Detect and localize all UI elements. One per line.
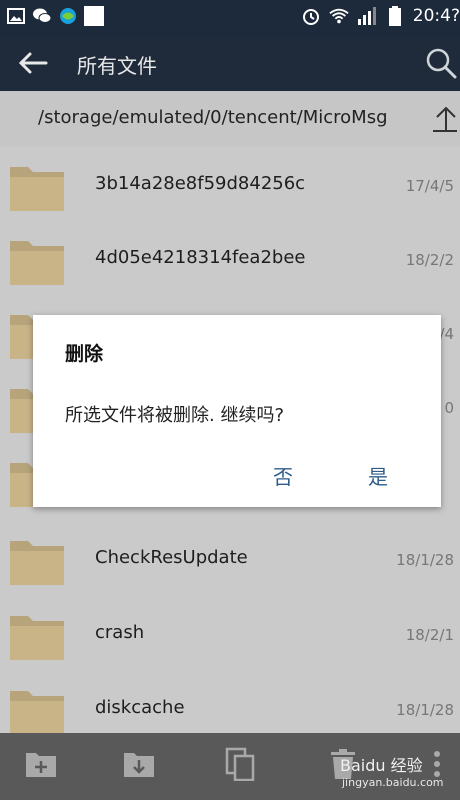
search-icon[interactable] (424, 46, 458, 80)
folder-icon (8, 533, 66, 589)
copy-icon[interactable] (224, 747, 258, 782)
status-time: 20:4? (412, 6, 460, 26)
new-folder-icon[interactable] (24, 747, 58, 781)
file-name: diskcache (95, 697, 185, 718)
file-name: crash (95, 622, 145, 643)
parent-folder-icon[interactable] (430, 103, 460, 135)
wifi-icon (329, 6, 349, 26)
file-name: CheckResUpdate (95, 547, 248, 568)
file-date: 17/4/5 (405, 177, 454, 195)
file-date: 18/2/1 (405, 626, 454, 644)
alarm-icon (301, 6, 321, 26)
china-mobile-icon (58, 6, 78, 26)
move-to-folder-icon[interactable] (122, 747, 156, 781)
file-date: 0 (444, 399, 454, 417)
confirm-button[interactable]: 是 (368, 461, 388, 490)
list-item[interactable]: diskcache 18/1/28 (0, 671, 460, 733)
battery-icon (385, 6, 405, 26)
folder-icon (8, 159, 66, 215)
app-bar: 所有文件 (0, 36, 460, 91)
list-item[interactable]: CheckResUpdate 18/1/28 (0, 521, 460, 595)
gallery-icon (6, 6, 26, 26)
page-title: 所有文件 (77, 54, 157, 78)
file-name: 3b14a28e8f59d84256c (95, 173, 306, 194)
blank-app-icon (84, 6, 104, 26)
file-date: /4 (439, 325, 454, 343)
file-date: 18/1/28 (396, 701, 454, 719)
baidu-watermark-url: jingyan.baidu.com (342, 776, 444, 789)
file-date: 18/2/2 (405, 251, 454, 269)
list-item[interactable]: 3b14a28e8f59d84256c 17/4/5 (0, 147, 460, 221)
back-arrow-icon[interactable] (16, 48, 52, 78)
baidu-watermark: Baidu 经验 (340, 756, 423, 775)
path-bar: /storage/emulated/0/tencent/MicroMsg (0, 91, 460, 147)
list-item[interactable]: 4d05e4218314fea2bee 18/2/2 (0, 221, 460, 295)
list-item[interactable]: crash 18/2/1 (0, 596, 460, 670)
dialog-title: 删除 (65, 343, 104, 365)
file-name: 4d05e4218314fea2bee (95, 247, 306, 268)
status-bar-notifications (6, 6, 104, 26)
folder-icon (8, 683, 66, 733)
delete-confirm-dialog: 删除 所选文件将被删除. 继续吗? 否 是 (33, 315, 441, 507)
dialog-message: 所选文件将被删除. 继续吗? (65, 405, 284, 426)
folder-icon (8, 608, 66, 664)
current-path: /storage/emulated/0/tencent/MicroMsg (38, 107, 388, 128)
status-bar-system: 20:4? (301, 6, 460, 26)
signal-icon (357, 6, 377, 26)
file-date: 18/1/28 (396, 551, 454, 569)
cancel-button[interactable]: 否 (273, 461, 293, 490)
folder-icon (8, 233, 66, 289)
status-bar: 20:4? (0, 0, 460, 36)
wechat-icon (32, 6, 52, 26)
